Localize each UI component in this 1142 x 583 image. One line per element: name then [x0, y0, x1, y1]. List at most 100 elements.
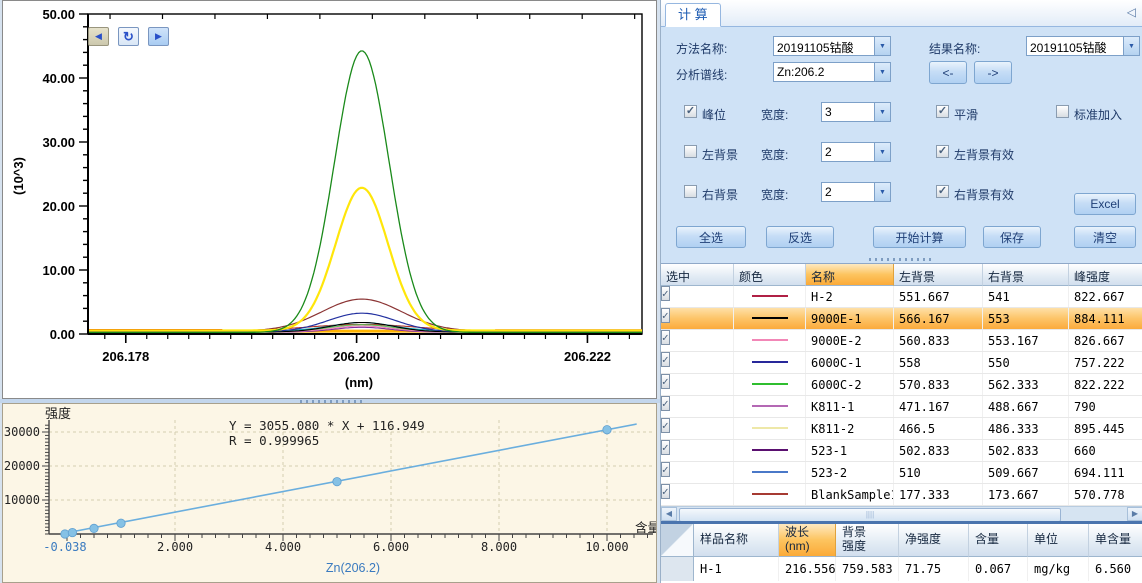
- dropdown-arrow-icon[interactable]: ▼: [874, 37, 890, 55]
- save-button[interactable]: 保存: [983, 226, 1041, 248]
- svg-text:(nm): (nm): [345, 375, 373, 390]
- results-table-body: ✓H-2551.667541822.667✓9000E-1566.1675538…: [661, 286, 1142, 506]
- scroll-left-icon[interactable]: ◀: [661, 507, 677, 521]
- left-bg-width-combo[interactable]: 2 ▼: [821, 142, 891, 162]
- left-bg-valid-checkbox[interactable]: [936, 145, 949, 158]
- scroll-right-icon[interactable]: ▶: [1127, 507, 1142, 521]
- method-name-value: 20191105钴酸: [774, 37, 874, 55]
- cell-color: [734, 330, 806, 351]
- scrollbar-thumb[interactable]: [679, 508, 1061, 522]
- standard-addition-checkbox[interactable]: [1056, 105, 1069, 118]
- row-checkbox[interactable]: ✓: [661, 352, 670, 367]
- horizontal-scrollbar[interactable]: ◀ ▶: [661, 506, 1142, 521]
- next-line-button[interactable]: ->: [974, 61, 1012, 84]
- table-row[interactable]: ✓6000C-2570.833562.333822.222: [661, 374, 1142, 396]
- start-calculation-button[interactable]: 开始计算: [873, 226, 966, 248]
- cell-left-bg: 177.333: [894, 484, 983, 505]
- row-checkbox[interactable]: ✓: [661, 462, 670, 477]
- series-color-line: [752, 317, 788, 319]
- column-header-unit[interactable]: 单位: [1028, 524, 1089, 557]
- table-corner-cell[interactable]: [661, 524, 694, 557]
- column-header-right-bg[interactable]: 右背景: [983, 264, 1069, 286]
- table-row[interactable]: ✓9000E-2560.833553.167826.667: [661, 330, 1142, 352]
- column-header-left-bg[interactable]: 左背景: [894, 264, 983, 286]
- width-label: 宽度:: [761, 186, 788, 203]
- table-row[interactable]: ✓H-2551.667541822.667: [661, 286, 1142, 308]
- row-checkbox[interactable]: ✓: [661, 330, 670, 345]
- prev-line-button[interactable]: <-: [929, 61, 967, 84]
- column-header-net-intensity[interactable]: 净强度: [899, 524, 969, 557]
- series-color-line: [752, 339, 788, 341]
- cell-checkbox: ✓: [661, 374, 734, 395]
- row-checkbox[interactable]: ✓: [661, 286, 670, 301]
- series-color-line: [752, 471, 788, 473]
- dropdown-arrow-icon[interactable]: ▼: [874, 183, 890, 201]
- calibration-chart: 100002000030000-0.0382.0004.0006.0008.00…: [3, 404, 656, 582]
- sample-table-header: 样品名称 波长 (nm) 背景 强度 净强度 含量 单位 单含量: [661, 524, 1142, 557]
- smooth-checkbox[interactable]: [936, 105, 949, 118]
- peak-position-checkbox[interactable]: [684, 105, 697, 118]
- dropdown-arrow-icon[interactable]: ▼: [874, 63, 890, 81]
- row-checkbox[interactable]: ✓: [661, 440, 670, 455]
- table-row[interactable]: ✓K811-1471.167488.667790: [661, 396, 1142, 418]
- svg-text:206.178: 206.178: [102, 349, 149, 364]
- excel-button[interactable]: Excel: [1074, 193, 1136, 215]
- clear-button[interactable]: 清空: [1074, 226, 1136, 248]
- column-header-wavelength[interactable]: 波长 (nm): [779, 524, 836, 557]
- right-bg-valid-checkbox[interactable]: [936, 185, 949, 198]
- collapse-arrow-icon[interactable]: ◁: [1127, 5, 1136, 19]
- row-selector-cell[interactable]: [661, 557, 694, 581]
- row-checkbox[interactable]: ✓: [661, 396, 670, 411]
- result-name-combo[interactable]: 20191105钴酸 ▼: [1026, 36, 1140, 56]
- analysis-line-label: 分析谱线:: [676, 66, 727, 83]
- column-header-selected[interactable]: 选中: [661, 264, 734, 286]
- peak-width-combo[interactable]: 3 ▼: [821, 102, 891, 122]
- method-name-combo[interactable]: 20191105钴酸 ▼: [773, 36, 891, 56]
- invert-selection-button[interactable]: 反选: [766, 226, 834, 248]
- dropdown-arrow-icon[interactable]: ▼: [874, 143, 890, 161]
- cell-peak: 822.222: [1069, 374, 1142, 395]
- tab-calculate[interactable]: 计 算: [665, 3, 721, 27]
- chart-prev-button[interactable]: ◀: [88, 27, 109, 46]
- right-bg-width-combo[interactable]: 2 ▼: [821, 182, 891, 202]
- column-header-content[interactable]: 含量: [969, 524, 1028, 557]
- spectra-chart: 0.0010.0020.0030.0040.0050.00206.178206.…: [3, 1, 656, 398]
- table-row[interactable]: ✓6000C-1558550757.222: [661, 352, 1142, 374]
- sample-row[interactable]: H-1 216.556 759.583 71.75 0.067 mg/kg 6.…: [661, 557, 1142, 581]
- svg-text:206.222: 206.222: [564, 349, 611, 364]
- column-header-name[interactable]: 名称: [806, 264, 894, 286]
- right-bg-width-value: 2: [822, 183, 874, 201]
- chart-next-button[interactable]: ▶: [148, 27, 169, 46]
- cell-right-bg: 486.333: [983, 418, 1069, 439]
- table-row[interactable]: ✓523-2510509.667694.111: [661, 462, 1142, 484]
- column-header-bg-intensity[interactable]: 背景 强度: [836, 524, 899, 557]
- chart-refresh-button[interactable]: ↻: [118, 27, 139, 46]
- column-header-peak[interactable]: 峰强度: [1069, 264, 1142, 286]
- row-checkbox[interactable]: ✓: [661, 308, 670, 323]
- right-bg-checkbox[interactable]: [684, 185, 697, 198]
- column-header-color[interactable]: 颜色: [734, 264, 806, 286]
- table-row[interactable]: ✓K811-2466.5486.333895.445: [661, 418, 1142, 440]
- refresh-icon: ↻: [123, 29, 134, 45]
- cell-peak: 694.111: [1069, 462, 1142, 483]
- table-row[interactable]: ✓523-1502.833502.833660: [661, 440, 1142, 462]
- table-row[interactable]: ✓9000E-1566.167553884.111: [661, 308, 1142, 330]
- table-row[interactable]: ✓BlankSample1177.333173.667570.778: [661, 484, 1142, 506]
- cell-color: [734, 440, 806, 461]
- dropdown-arrow-icon[interactable]: ▼: [1123, 37, 1139, 55]
- column-header-unit-content[interactable]: 单含量: [1089, 524, 1142, 557]
- cell-peak: 757.222: [1069, 352, 1142, 373]
- select-all-button[interactable]: 全选: [676, 226, 746, 248]
- analysis-line-combo[interactable]: Zn:206.2 ▼: [773, 62, 891, 82]
- row-checkbox[interactable]: ✓: [661, 484, 670, 499]
- cell-left-bg: 502.833: [894, 440, 983, 461]
- svg-text:含量(: 含量(: [635, 520, 656, 535]
- column-header-sample-name[interactable]: 样品名称: [694, 524, 779, 557]
- table-splitter[interactable]: [861, 257, 941, 262]
- cell-content: 0.067: [969, 557, 1028, 581]
- cell-color: [734, 308, 806, 329]
- row-checkbox[interactable]: ✓: [661, 418, 670, 433]
- dropdown-arrow-icon[interactable]: ▼: [874, 103, 890, 121]
- left-bg-checkbox[interactable]: [684, 145, 697, 158]
- row-checkbox[interactable]: ✓: [661, 374, 670, 389]
